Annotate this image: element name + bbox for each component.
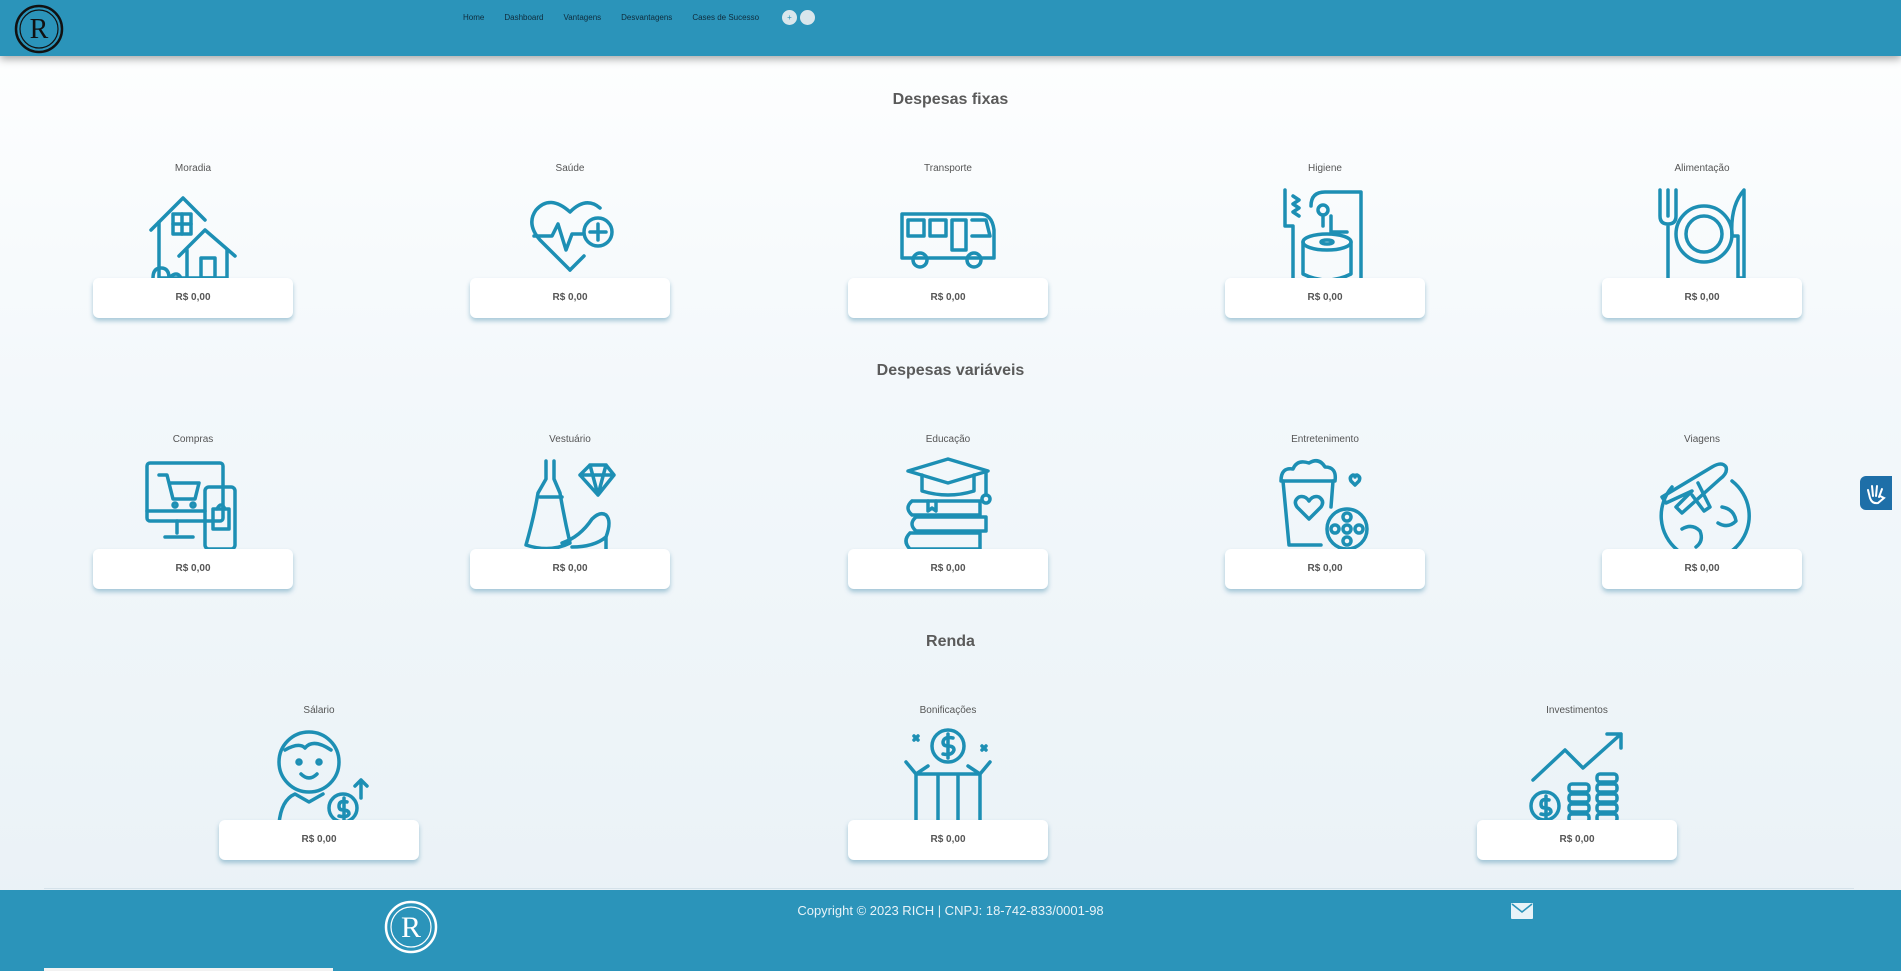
popcorn-film-icon bbox=[1279, 459, 1369, 551]
card-label: Bonificações bbox=[919, 705, 977, 716]
nav-vantagens[interactable]: Vantagens bbox=[563, 13, 601, 23]
font-decrease-button[interactable] bbox=[800, 10, 816, 25]
card-value[interactable]: R$ 0,00 bbox=[1602, 549, 1802, 589]
footer-divider bbox=[44, 888, 1854, 889]
dress-icon bbox=[524, 459, 616, 551]
books-graduation-icon bbox=[904, 457, 992, 551]
hygiene-icon bbox=[1283, 188, 1363, 282]
card-viagens: Viagens R$ 0,00 bbox=[1602, 433, 1802, 589]
card-value[interactable]: R$ 0,00 bbox=[1477, 820, 1677, 860]
nav-dashboard[interactable]: Dashboard bbox=[504, 13, 543, 23]
section-title-fixed: Despesas fixas bbox=[892, 91, 1009, 108]
bus-icon bbox=[900, 212, 996, 269]
plane-globe-icon bbox=[1659, 462, 1751, 553]
card-label: Moradia bbox=[174, 163, 212, 174]
svg-text:R: R bbox=[30, 14, 49, 45]
footer: R Copyright © 2023 RICH | CNPJ: 18-742-8… bbox=[0, 890, 1901, 971]
card-label: Investimentos bbox=[1546, 705, 1608, 716]
growth-chart-icon bbox=[1529, 732, 1623, 824]
heart-health-icon bbox=[530, 200, 614, 272]
card-value[interactable]: R$ 0,00 bbox=[1602, 278, 1802, 318]
nav-home[interactable]: Home bbox=[463, 13, 484, 23]
card-value[interactable]: R$ 0,00 bbox=[93, 549, 293, 589]
mail-icon[interactable] bbox=[1511, 903, 1533, 919]
card-vestuario: Vestuário R$ 0,00 bbox=[470, 433, 670, 589]
card-label: Entretenimento bbox=[1291, 434, 1359, 445]
main-nav: Home Dashboard Vantagens Desvantagens Ca… bbox=[463, 10, 816, 25]
logo-icon: R bbox=[14, 4, 64, 54]
rich-logo[interactable]: R bbox=[14, 4, 64, 54]
card-value[interactable]: R$ 0,00 bbox=[219, 820, 419, 860]
card-value[interactable]: R$ 0,00 bbox=[470, 278, 670, 318]
card-value[interactable]: R$ 0,00 bbox=[93, 278, 293, 318]
card-label: Vestuário bbox=[549, 434, 591, 445]
card-label: Alimentação bbox=[1674, 163, 1730, 174]
section-title-variable: Despesas variáveis bbox=[876, 362, 1025, 379]
card-value[interactable]: R$ 0,00 bbox=[1225, 549, 1425, 589]
nav-cases[interactable]: Cases de Sucesso bbox=[692, 13, 759, 23]
gift-money-icon bbox=[904, 728, 992, 824]
copyright-text: Copyright © 2023 RICH | CNPJ: 18-742-833… bbox=[797, 903, 1104, 918]
card-alimentacao: Alimentação R$ 0,00 bbox=[1602, 162, 1802, 318]
hand-sign-icon bbox=[1867, 485, 1886, 505]
card-entretenimento: Entretenimento R$ 0,00 bbox=[1225, 433, 1425, 589]
card-transporte: Transporte R$ 0,00 bbox=[848, 162, 1048, 318]
card-label: Compras bbox=[172, 434, 214, 445]
section-title-income: Renda bbox=[926, 633, 975, 650]
card-higiene: Higiene R$ 0,00 bbox=[1225, 162, 1425, 318]
card-label: Transporte bbox=[924, 163, 972, 174]
top-navbar: R Home Dashboard Vantagens Desvantagens … bbox=[0, 0, 1901, 56]
card-value[interactable]: R$ 0,00 bbox=[1225, 278, 1425, 318]
card-label: Sálario bbox=[303, 705, 335, 716]
card-value[interactable]: R$ 0,00 bbox=[470, 549, 670, 589]
person-money-icon bbox=[277, 730, 369, 824]
accessibility-widget-button[interactable] bbox=[1860, 476, 1892, 510]
card-educacao: Educação R$ 0,00 bbox=[848, 433, 1048, 589]
card-salario: Sálario R$ 0,00 bbox=[219, 704, 419, 860]
card-saude: Saúde R$ 0,00 bbox=[470, 162, 670, 318]
card-label: Viagens bbox=[1684, 434, 1720, 445]
nav-desvantagens[interactable]: Desvantagens bbox=[621, 13, 672, 23]
card-label: Higiene bbox=[1308, 163, 1342, 174]
house-icon bbox=[149, 196, 237, 280]
shopping-icon bbox=[145, 461, 237, 551]
card-compras: Compras R$ 0,00 bbox=[93, 433, 293, 589]
card-label: Saúde bbox=[555, 163, 585, 174]
font-increase-button[interactable]: + bbox=[782, 10, 798, 25]
card-bonificacoes: Bonificações R$ 0,00 bbox=[848, 704, 1048, 860]
plate-cutlery-icon bbox=[1658, 188, 1746, 280]
card-moradia: Moradia R$ 0,00 bbox=[93, 162, 293, 318]
card-value[interactable]: R$ 0,00 bbox=[848, 278, 1048, 318]
card-value[interactable]: R$ 0,00 bbox=[848, 820, 1048, 860]
card-value[interactable]: R$ 0,00 bbox=[848, 549, 1048, 589]
card-label: Educação bbox=[925, 434, 971, 445]
card-investimentos: Investimentos R$ 0,00 bbox=[1477, 704, 1677, 860]
